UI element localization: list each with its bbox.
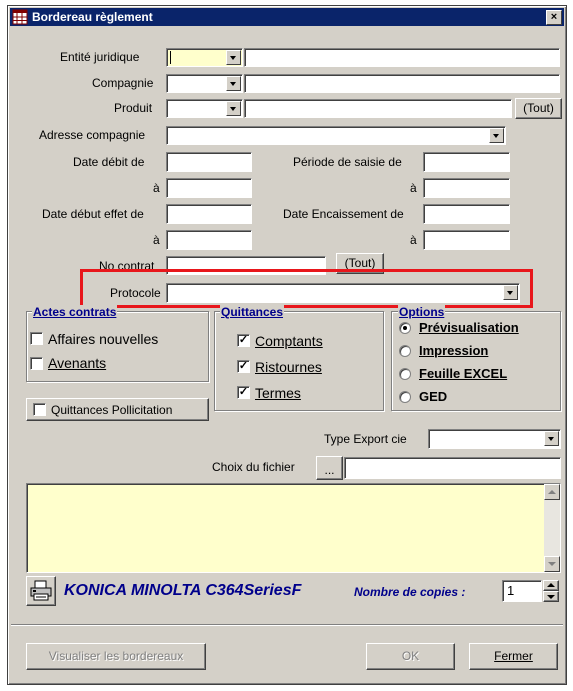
ged-label: GED [419, 389, 448, 404]
impression-label: Impression [419, 343, 489, 358]
ged-radio[interactable] [399, 391, 411, 403]
compagnie-label: Compagnie [92, 76, 154, 90]
comptants-checkbox[interactable]: ✓ [237, 334, 250, 347]
copies-input[interactable]: 1 [502, 580, 542, 602]
date-debit-to-field[interactable] [166, 178, 252, 198]
avenants-checkbox[interactable] [30, 357, 43, 370]
memo-scrollbar[interactable] [544, 484, 560, 572]
date-debut-label: Date début effet de [42, 207, 144, 221]
affaires-nouvelles-label: Affaires nouvelles [48, 331, 159, 347]
ristournes-label: Ristournes [255, 359, 322, 375]
date-encaissement-to-label: à [410, 233, 417, 247]
type-export-label: Type Export cie [324, 432, 407, 446]
ristournes-checkbox[interactable]: ✓ [237, 360, 250, 373]
feuille-excel-label: Feuille EXCEL [419, 366, 508, 381]
type-export-dropdown-icon[interactable] [544, 431, 559, 446]
compagnie-name-field[interactable] [244, 74, 560, 93]
fichier-field[interactable] [344, 457, 561, 479]
window-title: Bordereau règlement [32, 10, 153, 24]
termes-label: Termes [255, 385, 301, 401]
date-debut-from-field[interactable] [166, 204, 252, 224]
date-encaissement-from-field[interactable] [423, 204, 510, 224]
entite-select[interactable] [166, 48, 243, 67]
date-debit-to-label: à [153, 181, 160, 195]
close-button[interactable]: × [546, 10, 562, 25]
highlight-box [80, 269, 533, 308]
type-export-select[interactable] [428, 429, 561, 449]
date-encaissement-label: Date Encaissement de [283, 207, 404, 221]
date-debit-from-field[interactable] [166, 152, 252, 172]
compagnie-select[interactable] [166, 74, 243, 93]
printer-icon [30, 580, 52, 601]
previsualisation-radio[interactable] [399, 322, 411, 334]
text-caret [170, 51, 171, 64]
app-grid-icon [12, 9, 28, 25]
copies-down-button[interactable] [543, 591, 559, 602]
date-debut-to-field[interactable] [166, 230, 252, 250]
produit-name-field[interactable] [244, 99, 512, 118]
scroll-down-icon[interactable] [544, 556, 560, 572]
produit-select[interactable] [166, 99, 243, 118]
title-bar[interactable]: Bordereau règlement × [10, 8, 564, 26]
previsualisation-label: Prévisualisation [419, 320, 519, 335]
ok-button[interactable]: OK [366, 643, 455, 670]
actes-title: Actes contrats [32, 305, 118, 319]
produit-dropdown-icon[interactable] [226, 101, 241, 116]
periode-label: Période de saisie de [293, 155, 402, 169]
periode-to-field[interactable] [423, 178, 510, 198]
copies-label: Nombre de copies : [354, 585, 466, 599]
printer-button[interactable] [26, 576, 56, 606]
feuille-excel-radio[interactable] [399, 368, 411, 380]
date-debit-label: Date débit de [73, 155, 145, 169]
periode-to-label: à [410, 181, 417, 195]
choix-fichier-label: Choix du fichier [212, 460, 295, 474]
pollicitation-checkbox[interactable] [33, 403, 46, 416]
termes-checkbox[interactable]: ✓ [237, 386, 250, 399]
dialog-window: Bordereau règlement × Entité juridique C… [7, 5, 567, 685]
quittances-title: Quittances [220, 305, 285, 319]
copies-down-icon [547, 595, 555, 599]
copies-up-icon [547, 583, 555, 587]
periode-from-field[interactable] [423, 152, 510, 172]
browse-button[interactable]: ... [316, 456, 343, 480]
avenants-label: Avenants [48, 355, 107, 371]
copies-up-button[interactable] [543, 580, 559, 591]
compagnie-dropdown-icon[interactable] [226, 76, 241, 91]
produit-tout-button[interactable]: (Tout) [515, 98, 562, 119]
entite-dropdown-icon[interactable] [226, 50, 241, 65]
pollicitation-label: Quittances Pollicitation [51, 403, 173, 417]
date-encaissement-to-field[interactable] [423, 230, 510, 250]
printer-name: KONICA MINOLTA C364SeriesF [64, 582, 302, 599]
date-debut-to-label: à [153, 233, 160, 247]
adresse-dropdown-icon[interactable] [489, 128, 504, 143]
comptants-label: Comptants [255, 333, 323, 349]
options-title: Options [398, 305, 446, 319]
entite-name-field[interactable] [244, 48, 560, 67]
memo-textarea[interactable] [26, 483, 561, 573]
produit-label: Produit [114, 101, 153, 115]
visualiser-button[interactable]: Visualiser les bordereaux [26, 643, 206, 670]
footer-separator [11, 624, 563, 626]
affaires-nouvelles-checkbox[interactable] [30, 332, 43, 345]
entite-label: Entité juridique [60, 50, 140, 64]
impression-radio[interactable] [399, 345, 411, 357]
adresse-label: Adresse compagnie [39, 128, 146, 142]
scroll-up-icon[interactable] [544, 484, 560, 500]
fermer-button[interactable]: Fermer [469, 643, 558, 670]
adresse-select[interactable] [166, 126, 506, 145]
